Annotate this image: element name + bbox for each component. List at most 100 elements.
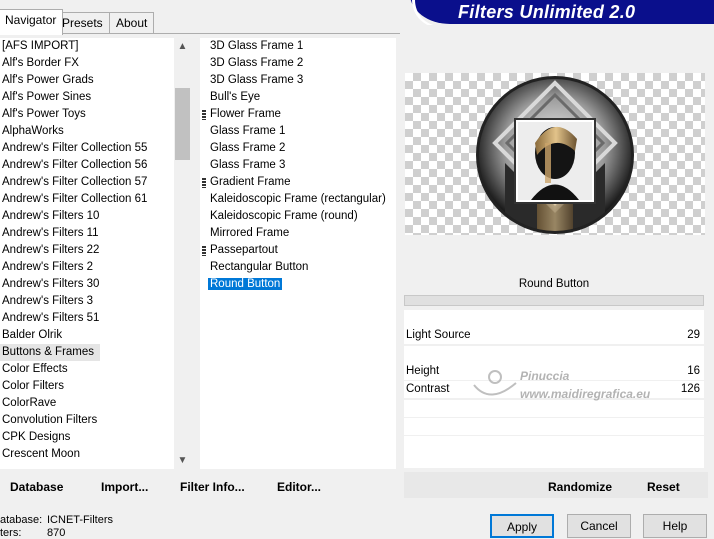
reset-button[interactable]: Reset xyxy=(647,477,680,497)
preview-canvas[interactable] xyxy=(405,73,705,235)
category-item[interactable]: Andrew's Filters 11 xyxy=(0,225,174,242)
category-item[interactable]: Alf's Power Toys xyxy=(0,106,174,123)
filter-list[interactable]: 3D Glass Frame 1 3D Glass Frame 2 3D Glass… xyxy=(200,38,396,469)
category-item[interactable]: [AFS IMPORT] xyxy=(0,38,174,55)
filter-item[interactable]: Gradient Frame xyxy=(200,174,396,191)
group-marker-icon xyxy=(202,246,206,256)
light-source-value: 29 xyxy=(687,329,700,341)
scroll-thumb[interactable] xyxy=(175,88,190,160)
category-item[interactable]: Andrew's Filters 2 xyxy=(0,259,174,276)
filter-item-label: Glass Frame 3 xyxy=(210,159,286,171)
tab-navigator[interactable]: Navigator xyxy=(0,9,64,35)
height-value: 16 xyxy=(687,365,700,377)
category-item[interactable]: Andrew's Filter Collection 56 xyxy=(0,157,174,174)
category-item[interactable]: Andrew's Filter Collection 57 xyxy=(0,174,174,191)
tab-about-label: About xyxy=(116,16,148,30)
filter-item[interactable]: Passepartout xyxy=(200,242,396,259)
filter-item-label: Bull's Eye xyxy=(210,91,261,103)
parameter-empty-row xyxy=(404,436,704,453)
filter-item[interactable]: Glass Frame 1 xyxy=(200,123,396,140)
category-item[interactable]: Color Effects xyxy=(0,361,174,378)
group-marker-icon xyxy=(202,110,206,120)
category-list[interactable]: [AFS IMPORT] Alf's Border FX Alf's Power G… xyxy=(0,38,174,469)
category-item[interactable]: Andrew's Filters 51 xyxy=(0,310,174,327)
reset-button-label: Reset xyxy=(647,480,680,494)
category-item[interactable]: Andrew's Filters 10 xyxy=(0,208,174,225)
filter-item-label: 3D Glass Frame 2 xyxy=(210,57,304,69)
editor-button[interactable]: Editor... xyxy=(277,477,321,497)
parameter-header-bar xyxy=(404,295,704,306)
category-item[interactable]: Alf's Power Sines xyxy=(0,89,174,106)
parameter-empty-row xyxy=(404,310,704,327)
randomize-button[interactable]: Randomize xyxy=(548,477,612,497)
filter-item[interactable]: Round Button xyxy=(200,276,396,293)
category-item[interactable]: Andrew's Filter Collection 61 xyxy=(0,191,174,208)
category-item[interactable]: Color Filters xyxy=(0,378,174,395)
filter-item-label: 3D Glass Frame 1 xyxy=(210,40,304,52)
filter-item-label: Rectangular Button xyxy=(210,261,309,273)
filter-item[interactable]: Rectangular Button xyxy=(200,259,396,276)
filter-item[interactable]: 3D Glass Frame 3 xyxy=(200,72,396,89)
tab-presets-label: Presets xyxy=(62,16,103,30)
filter-item[interactable]: Kaleidoscopic Frame (round) xyxy=(200,208,396,225)
category-item[interactable]: Buttons & Frames xyxy=(0,344,101,361)
tab-strip: Navigator Presets About xyxy=(0,0,400,35)
filter-item[interactable]: Glass Frame 2 xyxy=(200,140,396,157)
filter-info-button[interactable]: Filter Info... xyxy=(180,477,245,497)
category-scrollbar[interactable]: ▲ ▼ xyxy=(174,38,191,469)
database-status-label: atabase: xyxy=(0,514,43,526)
tab-navigator-label: Navigator xyxy=(5,13,57,27)
category-item[interactable]: Andrew's Filter Collection 55 xyxy=(0,140,174,157)
category-item[interactable]: Alf's Border FX xyxy=(0,55,174,72)
category-item[interactable]: CPK Designs xyxy=(0,429,174,446)
filter-item-label: Glass Frame 2 xyxy=(210,142,286,154)
database-status: atabase: ICNET-Filters xyxy=(0,514,113,526)
light-source-slider[interactable]: Light Source 29 xyxy=(404,327,704,344)
category-item[interactable]: Andrew's Filters 22 xyxy=(0,242,174,259)
parameter-empty-row xyxy=(404,400,704,417)
scroll-up-arrow-icon[interactable]: ▲ xyxy=(174,38,191,55)
tab-about[interactable]: About xyxy=(109,12,155,33)
import-button-label: Import... xyxy=(101,480,149,494)
help-button[interactable]: Help xyxy=(643,514,707,538)
filter-count-value: 870 xyxy=(47,527,66,539)
filter-item-label: 3D Glass Frame 3 xyxy=(210,74,304,86)
filter-item[interactable]: Bull's Eye xyxy=(200,89,396,106)
scroll-down-arrow-icon[interactable]: ▼ xyxy=(174,452,191,469)
filter-item[interactable]: Kaleidoscopic Frame (rectangular) xyxy=(200,191,396,208)
parameter-empty-row xyxy=(404,453,704,468)
filter-item[interactable]: 3D Glass Frame 1 xyxy=(200,38,396,55)
category-item[interactable]: ColorRave xyxy=(0,395,174,412)
filter-title: Round Button xyxy=(404,273,704,295)
category-item[interactable]: Alf's Power Grads xyxy=(0,72,174,89)
category-item[interactable]: Crescent Moon xyxy=(0,446,174,463)
category-item[interactable]: Convolution Filters xyxy=(0,412,174,429)
database-button[interactable]: Database xyxy=(10,477,63,497)
apply-button[interactable]: Apply xyxy=(490,514,554,538)
watermark-url: www.maidiregrafica.eu xyxy=(520,387,651,401)
cancel-button[interactable]: Cancel xyxy=(567,514,631,538)
filter-item[interactable]: Mirrored Frame xyxy=(200,225,396,242)
parameter-empty-row xyxy=(404,346,704,363)
import-button[interactable]: Import... xyxy=(101,477,148,497)
category-item[interactable]: Andrew's Filters 30 xyxy=(0,276,174,293)
watermark-logo-icon xyxy=(473,370,517,396)
filter-item-label: Kaleidoscopic Frame (rectangular) xyxy=(210,193,386,205)
category-item[interactable]: Balder Olrik xyxy=(0,327,174,344)
category-item[interactable]: AlphaWorks xyxy=(0,123,174,140)
category-item[interactable]: Andrew's Filters 3 xyxy=(0,293,174,310)
filter-item-label: Passepartout xyxy=(210,244,278,256)
height-label: Height xyxy=(406,365,440,377)
filter-count-label: ters: xyxy=(0,527,22,539)
contrast-value: 126 xyxy=(680,383,700,395)
filter-item[interactable]: 3D Glass Frame 2 xyxy=(200,55,396,72)
filter-info-button-label: Filter Info... xyxy=(180,480,245,494)
preview-image xyxy=(476,76,634,234)
filter-item[interactable]: Flower Frame xyxy=(200,106,396,123)
banner-title: Filters Unlimited 2.0 xyxy=(458,2,636,22)
filter-item[interactable]: Glass Frame 3 xyxy=(200,157,396,174)
filter-item-label: Glass Frame 1 xyxy=(210,125,286,137)
randomize-button-label: Randomize xyxy=(548,480,613,494)
editor-button-label: Editor... xyxy=(277,480,322,494)
light-source-label: Light Source xyxy=(406,329,471,341)
